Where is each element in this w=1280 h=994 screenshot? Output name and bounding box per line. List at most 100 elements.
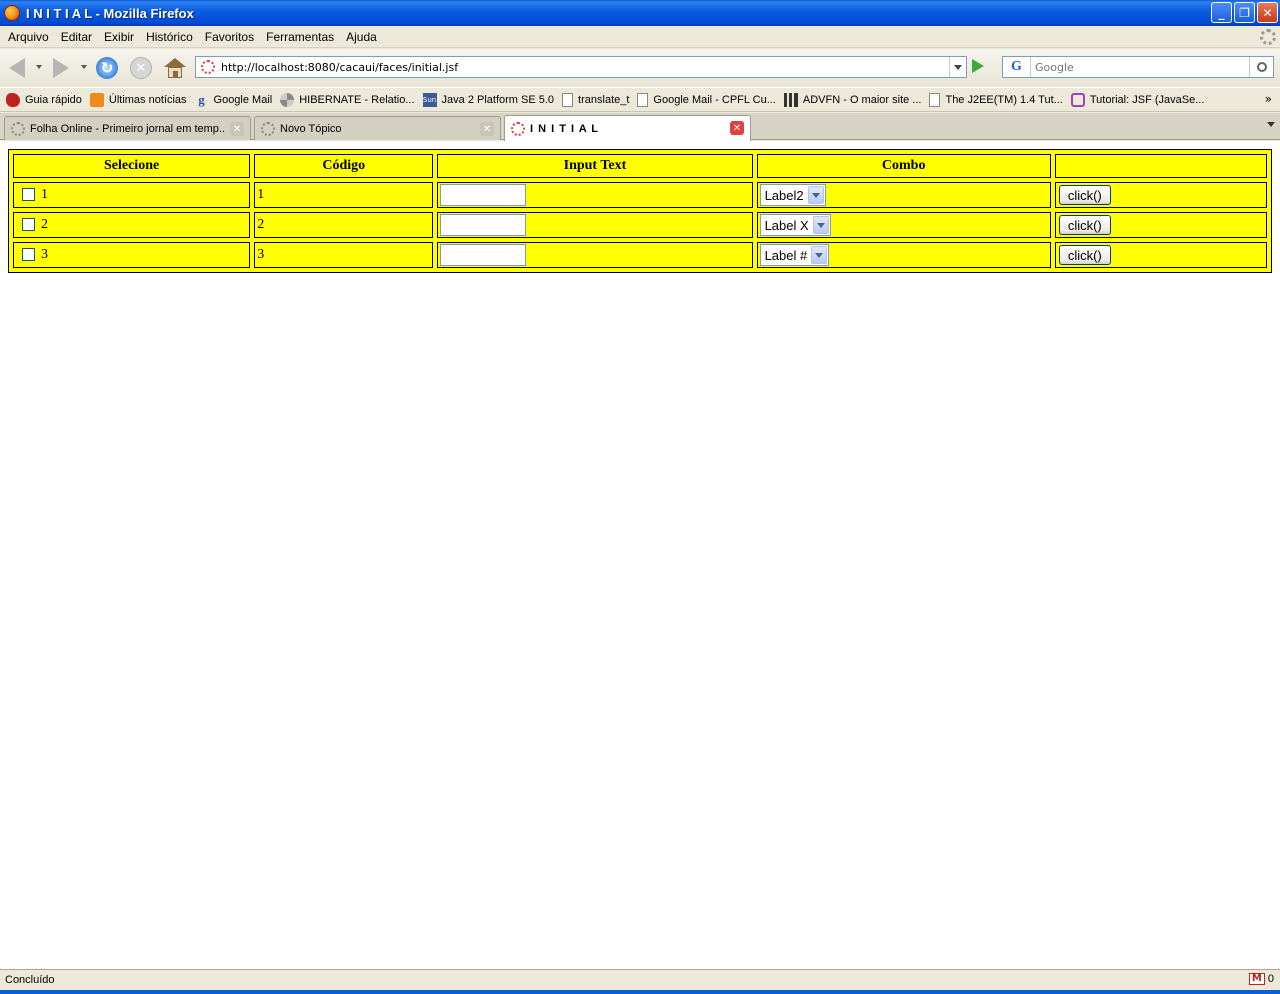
input-cell <box>437 182 753 208</box>
maximize-button[interactable]: ❐ <box>1234 2 1255 23</box>
home-button[interactable] <box>162 55 188 81</box>
tab-favicon-icon <box>11 121 25 136</box>
action-cell: click() <box>1054 242 1267 268</box>
codigo-cell: 3 <box>254 242 434 268</box>
row-click-button[interactable]: click() <box>1058 185 1111 205</box>
reload-button[interactable]: ↻ <box>94 55 120 81</box>
row-combo-select[interactable]: Label2 <box>759 184 826 206</box>
column-header-selecione: Selecione <box>13 154 251 178</box>
codigo-cell: 2 <box>254 212 434 238</box>
chart-icon <box>783 92 798 107</box>
gmail-notifier[interactable]: M 0 <box>1248 973 1274 985</box>
stop-button[interactable]: ✕ <box>128 55 154 81</box>
search-bar: G <box>1002 56 1274 78</box>
row-text-input[interactable] <box>440 214 527 236</box>
tab-initial[interactable]: I N I T I A L ✕ <box>504 115 751 141</box>
gmail-count: 0 <box>1267 973 1274 985</box>
search-engine-selector[interactable]: G <box>1003 57 1031 77</box>
combo-selected-value: Label2 <box>764 187 804 203</box>
google-icon: g <box>198 91 205 107</box>
stop-icon: ✕ <box>130 57 152 79</box>
forward-button[interactable] <box>48 55 74 81</box>
combo-dropdown-button[interactable] <box>812 216 829 234</box>
url-input[interactable] <box>221 58 941 76</box>
page-favicon-icon <box>201 60 215 74</box>
row-text-input[interactable] <box>440 184 527 206</box>
tab-close-icon[interactable]: ✕ <box>730 121 744 135</box>
combo-cell: Label # <box>756 242 1051 268</box>
gmail-icon: M <box>1248 973 1265 985</box>
tab-close-icon[interactable]: ✕ <box>230 122 244 136</box>
tab-close-icon[interactable]: ✕ <box>480 122 494 136</box>
back-arrow-icon <box>9 58 25 78</box>
chevron-down-icon <box>816 222 825 228</box>
menu-historico[interactable]: Histórico <box>140 30 199 44</box>
rss-icon <box>89 92 104 107</box>
bookmark-item[interactable]: HIBERNATE - Relatio... <box>280 92 415 107</box>
firefox-icon <box>4 5 20 21</box>
combo-dropdown-button[interactable] <box>811 246 828 264</box>
select-cell: 1 <box>13 182 251 208</box>
menu-arquivo[interactable]: Arquivo <box>2 30 55 44</box>
row-checkbox[interactable] <box>22 188 35 202</box>
window-titlebar: I N I T I A L - Mozilla Firefox _ ❐ ✕ <box>0 0 1280 26</box>
input-cell <box>437 242 753 268</box>
menu-editar[interactable]: Editar <box>55 30 98 44</box>
go-button[interactable] <box>972 59 984 73</box>
forward-history-dropdown[interactable] <box>81 65 87 69</box>
menu-bar: Arquivo Editar Exibir Histórico Favorito… <box>0 26 1280 48</box>
taskbar-edge <box>0 990 1280 994</box>
search-button[interactable] <box>1249 57 1273 77</box>
combo-dropdown-button[interactable] <box>807 186 824 204</box>
url-history-dropdown[interactable] <box>949 57 966 77</box>
page-icon <box>637 92 649 107</box>
page-icon <box>929 92 941 107</box>
row-checkbox[interactable] <box>22 248 35 262</box>
minimize-button[interactable]: _ <box>1211 2 1232 23</box>
menu-ajuda[interactable]: Ajuda <box>340 30 383 44</box>
tab-folha-online[interactable]: Folha Online - Primeiro jornal em temp..… <box>4 116 251 140</box>
menu-ferramentas[interactable]: Ferramentas <box>260 30 340 44</box>
combo-selected-value: Label X <box>764 217 809 233</box>
back-history-dropdown[interactable] <box>36 65 42 69</box>
row-checkbox[interactable] <box>22 218 35 232</box>
search-icon <box>1256 62 1267 72</box>
column-header-combo: Combo <box>756 154 1051 178</box>
action-cell: click() <box>1054 212 1267 238</box>
chevron-down-icon <box>815 252 824 258</box>
row-combo-select[interactable]: Label X <box>759 214 831 236</box>
bookmark-item[interactable]: translate_t <box>562 92 629 107</box>
bookmarks-overflow-chevron-icon[interactable]: » <box>1265 92 1272 106</box>
input-cell <box>437 212 753 238</box>
select-label: 1 <box>41 187 48 202</box>
tab-novo-topico[interactable]: Novo Tópico ✕ <box>254 116 501 140</box>
forward-arrow-icon <box>53 58 69 78</box>
bookmark-item[interactable]: Últimas notícias <box>89 92 187 107</box>
address-bar[interactable] <box>195 56 967 78</box>
tab-strip: Folha Online - Primeiro jornal em temp..… <box>0 113 1280 141</box>
bookmark-item[interactable]: ADVFN - O maior site ... <box>783 92 921 107</box>
row-combo-select[interactable]: Label # <box>759 244 830 266</box>
bookmark-item[interactable]: Google Mail - CPFL Cu... <box>637 92 776 107</box>
table-row: 3 3 Label # click() <box>13 242 1267 268</box>
select-label: 3 <box>41 247 48 262</box>
status-bar: Concluído M 0 <box>0 969 1280 990</box>
bookmark-item[interactable]: Tutorial: JSF (JavaSe... <box>1070 92 1204 107</box>
action-cell: click() <box>1054 182 1267 208</box>
bookmark-item[interactable]: Sun Java 2 Platform SE 5.0 <box>422 92 554 107</box>
table-row: 1 1 Label2 click() <box>13 182 1267 208</box>
search-input[interactable] <box>1035 58 1249 76</box>
back-button[interactable] <box>4 55 30 81</box>
row-click-button[interactable]: click() <box>1058 215 1111 235</box>
row-text-input[interactable] <box>440 244 527 266</box>
tab-list-chevron-icon[interactable] <box>1267 122 1275 127</box>
row-click-button[interactable]: click() <box>1058 245 1111 265</box>
page-content: Selecione Código Input Text Combo 1 1 La… <box>0 141 1280 969</box>
bookmark-item[interactable]: Guia rápido <box>6 92 82 107</box>
menu-exibir[interactable]: Exibir <box>98 30 140 44</box>
chevron-down-icon <box>954 64 962 70</box>
close-button[interactable]: ✕ <box>1257 2 1278 23</box>
bookmark-item[interactable]: The J2EE(TM) 1.4 Tut... <box>929 92 1063 107</box>
bookmark-item[interactable]: g Google Mail <box>195 91 272 107</box>
menu-favoritos[interactable]: Favoritos <box>199 30 260 44</box>
